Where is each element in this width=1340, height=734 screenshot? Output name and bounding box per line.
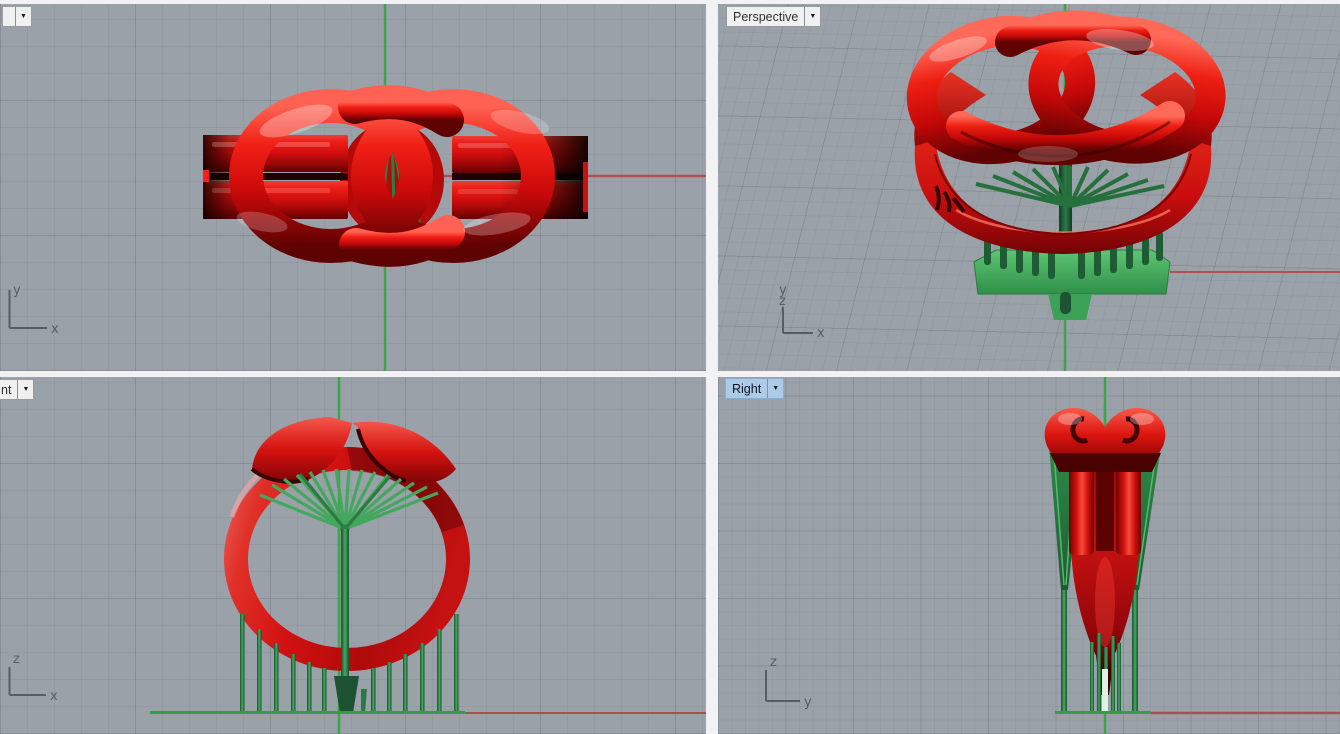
svg-text:y: y xyxy=(804,695,812,710)
svg-text:x: x xyxy=(50,689,58,704)
ground-line-green xyxy=(150,711,465,714)
band-bar-left xyxy=(1069,461,1094,555)
viewport-menu-arrow-icon[interactable]: ▼ xyxy=(17,380,33,399)
ring-band-left xyxy=(203,135,348,219)
viewport-title-label: Right xyxy=(732,382,761,396)
viewport-title-button-front[interactable]: nt ▼ xyxy=(0,379,34,400)
viewport-title-label: Perspective xyxy=(733,10,798,24)
svg-text:y: y xyxy=(13,283,21,298)
svg-text:x: x xyxy=(51,322,59,337)
svg-text:z: z xyxy=(779,294,786,309)
band-slot xyxy=(1096,461,1114,551)
viewport-splitter-horizontal[interactable] xyxy=(0,371,1340,377)
viewport-front-view[interactable]: nt ▼ z x xyxy=(0,377,706,734)
viewport-grid: ▼ y x xyxy=(0,0,1340,734)
svg-text:z: z xyxy=(770,655,777,670)
knot-top xyxy=(1045,405,1166,472)
svg-text:z: z xyxy=(13,652,20,667)
support-spike xyxy=(361,689,367,713)
viewport-title-button-perspective[interactable]: Perspective ▼ xyxy=(726,6,821,27)
axis-gizmo: y z x xyxy=(770,282,880,342)
viewport-right-view[interactable]: Right ▼ z y xyxy=(718,377,1340,734)
axis-gizmo: z y xyxy=(758,649,868,711)
viewport-title-label: nt xyxy=(1,383,11,397)
viewport-menu-arrow-icon[interactable]: ▼ xyxy=(15,7,31,26)
viewport-splitter-vertical[interactable] xyxy=(706,0,718,734)
viewport-title-button-right[interactable]: Right ▼ xyxy=(725,378,784,399)
viewport-title-button-top[interactable]: ▼ xyxy=(2,6,32,27)
viewport-top-view[interactable]: ▼ y x xyxy=(0,4,706,371)
viewport-perspective[interactable]: Perspective ▼ y z x xyxy=(718,4,1340,371)
support-fan xyxy=(976,166,1164,206)
axis-gizmo: y x xyxy=(0,280,110,340)
viewport-menu-arrow-icon[interactable]: ▼ xyxy=(804,7,820,26)
axis-gizmo: z x xyxy=(0,647,110,707)
viewport-menu-arrow-icon[interactable]: ▼ xyxy=(767,379,783,398)
svg-text:x: x xyxy=(817,326,825,341)
band-bar-right xyxy=(1116,461,1141,555)
ground-line-green xyxy=(1055,711,1151,714)
